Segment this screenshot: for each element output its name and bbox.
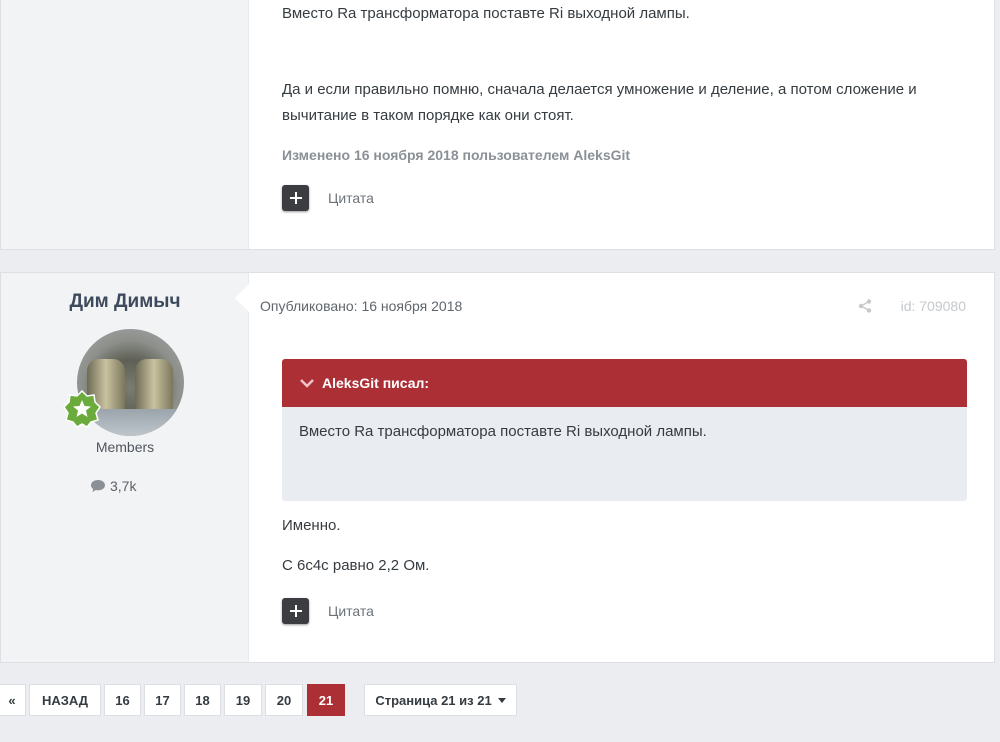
post-text: С 6с4с равно 2,2 Ом. [282,557,430,574]
multiquote-button[interactable] [282,185,309,211]
author-name[interactable]: Дим Димыч [1,291,249,313]
edited-note: Изменено 16 ноября 2018 пользователем Al… [282,147,631,163]
star-badge-icon [63,390,101,428]
quote-block: AleksGit писал: Вместо Ra трансформатора… [282,359,967,501]
reputation: 3,7k [91,478,136,494]
quote-button[interactable]: Цитата [328,190,374,206]
quote-button[interactable]: Цитата [328,603,374,619]
comment-icon [91,480,105,492]
post-body: Опубликовано: 16 ноября 2018 id: 709080 … [250,273,994,662]
page-link[interactable]: 18 [184,684,221,716]
post-comment: Дим Димыч Members 3,7k Опубликовано: 16 … [0,272,995,663]
post-body: Вместо Ra трансформатора поставте Ri вых… [250,0,994,249]
post-text: Вместо Ra трансформатора поставте Ri вых… [282,5,690,22]
speech-arrow [235,283,250,313]
share-icon[interactable] [858,299,872,313]
post-text: Именно. [282,517,341,534]
first-page-button[interactable]: « [0,684,26,716]
author-panel [1,0,249,249]
post-comment: Вместо Ra трансформатора поставте Ri вых… [0,0,995,250]
prev-page-button[interactable]: НАЗАД [29,684,101,716]
page-link[interactable]: 17 [144,684,181,716]
plus-icon [289,605,302,617]
post-date[interactable]: Опубликовано: 16 ноября 2018 [260,298,462,314]
quote-author: AleksGit писал: [322,375,430,391]
chevron-down-icon [300,379,314,388]
page-link[interactable]: 19 [224,684,262,716]
member-group: Members [95,439,155,455]
current-page[interactable]: 21 [307,684,345,716]
plus-icon [289,192,302,204]
author-panel: Дим Димыч Members 3,7k [1,273,249,662]
multiquote-button[interactable] [282,598,309,624]
quote-text: Вместо Ra трансформатора поставте Ri вых… [299,423,707,440]
reputation-count: 3,7k [110,478,137,494]
post-text: Да и если правильно помню, сначала делае… [282,81,917,98]
quote-header[interactable]: AleksGit писал: [282,359,967,407]
chevron-down-icon [497,697,506,703]
page-jump-dropdown[interactable]: Страница 21 из 21 [364,684,517,716]
post-text: вычитание в таком порядке как они стоят. [282,107,574,124]
page-link[interactable]: 20 [265,684,303,716]
page-link[interactable]: 16 [104,684,141,716]
page-jump-label: Страница 21 из 21 [375,692,492,708]
post-id[interactable]: id: 709080 [901,298,966,314]
